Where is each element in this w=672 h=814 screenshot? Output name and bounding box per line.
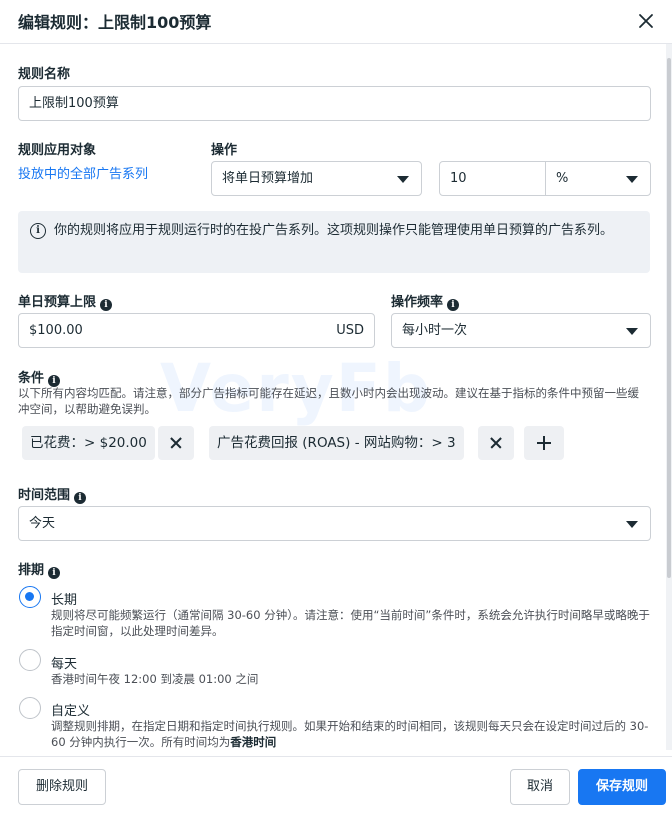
dialog-title: 编辑规则：上限制100预算 xyxy=(18,13,212,32)
frequency-select[interactable]: 每小时一次 xyxy=(391,313,651,348)
schedule-option-desc-text: 调整规则排期，在指定日期和指定时间执行规则。如果开始和结束的时间相同，该规则每天… xyxy=(51,719,649,749)
delete-rule-button[interactable]: 删除规则 xyxy=(18,769,106,805)
frequency-label: 操作频率 i xyxy=(391,291,460,311)
remove-condition-icon[interactable] xyxy=(158,426,194,460)
rule-name-label: 规则名称 xyxy=(18,67,71,82)
info-icon[interactable]: i xyxy=(100,299,113,311)
action-select-value: 将单日预算增加 xyxy=(222,171,314,186)
frequency-select-value: 每小时一次 xyxy=(402,323,468,338)
cancel-button[interactable]: 取消 xyxy=(510,769,570,805)
condition-chip[interactable]: 广告花费回报 (ROAS) - 网站购物：> 3 xyxy=(209,426,464,460)
rule-name-input[interactable]: 上限制100预算 xyxy=(18,86,651,121)
time-range-select-value: 今天 xyxy=(29,516,56,531)
close-icon[interactable] xyxy=(634,9,658,33)
condition-chip[interactable]: 已花费：> $20.00 xyxy=(22,426,155,460)
daily-budget-label-text: 单日预算上限 xyxy=(18,295,97,310)
time-range-label: 时间范围 i xyxy=(18,484,87,504)
action-amount-input[interactable]: 10 xyxy=(439,161,546,196)
scrollbar[interactable] xyxy=(666,44,672,750)
schedule-option-title: 长期 xyxy=(51,593,78,608)
scrollbar-thumb[interactable] xyxy=(667,58,671,578)
schedule-option-title: 每天 xyxy=(51,657,78,672)
conditions-label-text: 条件 xyxy=(18,371,45,386)
schedule-option-title: 自定义 xyxy=(51,704,91,719)
action-label: 操作 xyxy=(211,143,238,158)
chevron-down-icon xyxy=(626,176,638,183)
notice-text: 你的规则将应用于规则运行时的在投广告系列。这项规则操作只能管理使用单日预算的广告… xyxy=(54,223,614,238)
schedule-label: 排期 i xyxy=(18,559,61,579)
schedule-option-desc: 规则将尽可能频繁运行（通常间隔 30-60 分钟）。请注意：使用“当前时间”条件… xyxy=(51,608,650,638)
dialog-footer: 删除规则 取消 保存规则 xyxy=(0,756,672,814)
info-icon[interactable]: i xyxy=(447,299,460,311)
chevron-down-icon xyxy=(626,328,638,335)
schedule-option-desc: 香港时间午夜 12:00 到凌晨 01:00 之间 xyxy=(51,672,259,686)
daily-budget-input[interactable]: $100.00 USD xyxy=(18,313,375,348)
chevron-down-icon xyxy=(397,176,409,183)
time-range-select[interactable]: 今天 xyxy=(18,506,651,541)
action-unit-value: % xyxy=(556,171,569,186)
add-condition-button[interactable] xyxy=(524,426,564,460)
time-range-label-text: 时间范围 xyxy=(18,488,71,503)
info-icon[interactable]: i xyxy=(74,492,87,504)
daily-budget-value: $100.00 xyxy=(29,323,83,338)
conditions-label: 条件 i xyxy=(18,367,61,387)
schedule-radio-continuous[interactable] xyxy=(19,586,41,608)
action-select[interactable]: 将单日预算增加 xyxy=(211,161,422,196)
daily-budget-label: 单日预算上限 i xyxy=(18,291,113,311)
schedule-option-desc: 调整规则排期，在指定日期和指定时间执行规则。如果开始和结束的时间相同，该规则每天… xyxy=(51,718,656,750)
apply-to-link[interactable]: 投放中的全部广告系列 xyxy=(18,163,148,182)
conditions-description: 以下所有内容均匹配。请注意，部分广告指标可能存在延迟，且数小时内会出现波动。建议… xyxy=(18,386,639,416)
remove-condition-icon[interactable] xyxy=(478,426,514,460)
action-unit-select[interactable]: % xyxy=(545,161,651,196)
frequency-label-text: 操作频率 xyxy=(391,295,444,310)
timezone-bold: 香港时间 xyxy=(230,735,277,749)
schedule-radio-custom[interactable] xyxy=(19,697,41,719)
info-icon[interactable]: i xyxy=(48,567,61,579)
schedule-radio-daily[interactable] xyxy=(19,649,41,671)
info-notice: i 你的规则将应用于规则运行时的在投广告系列。这项规则操作只能管理使用单日预算的… xyxy=(18,211,650,273)
chevron-down-icon xyxy=(626,521,638,528)
apply-to-label: 规则应用对象 xyxy=(18,143,97,158)
currency-label: USD xyxy=(336,323,364,338)
info-icon: i xyxy=(30,223,46,239)
dialog-header: 编辑规则：上限制100预算 xyxy=(0,0,672,44)
schedule-label-text: 排期 xyxy=(18,563,45,578)
save-rule-button[interactable]: 保存规则 xyxy=(578,769,666,805)
